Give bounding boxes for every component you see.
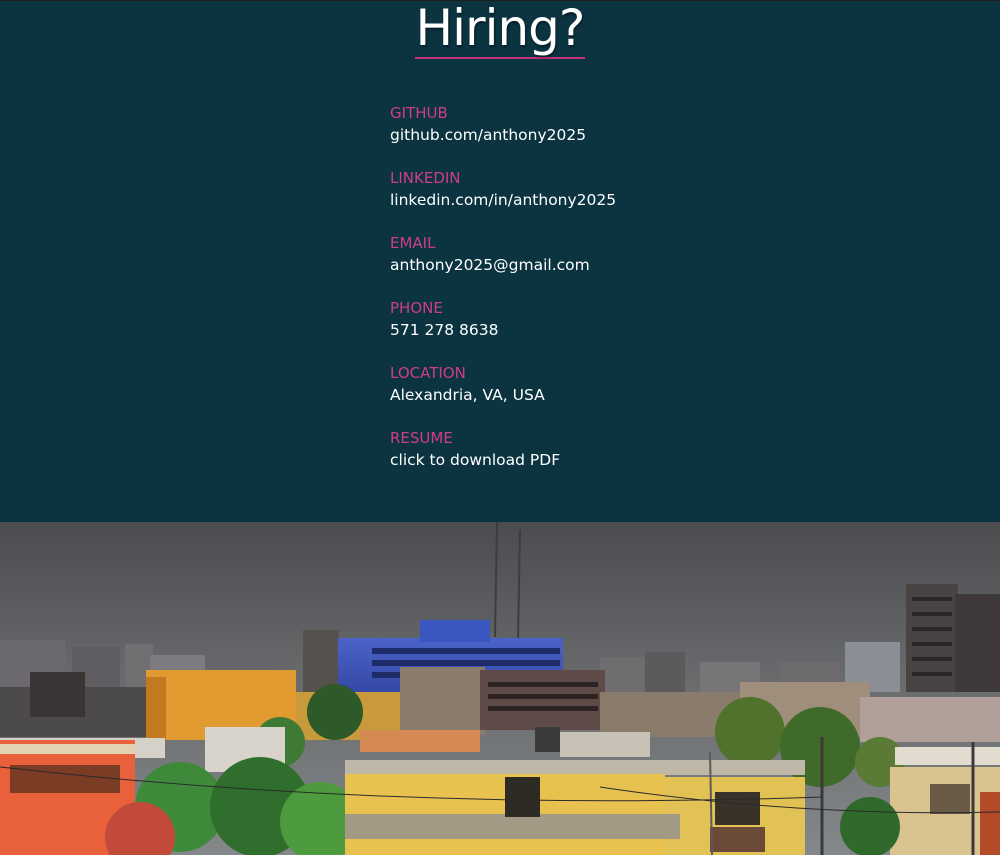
contact-section: Hiring? GITHUB github.com/anthony2025 LI… [0, 0, 1000, 522]
page-title: Hiring? [414, 0, 586, 59]
email-link[interactable]: anthony2025@gmail.com [390, 253, 790, 277]
contact-item-email: EMAIL anthony2025@gmail.com [390, 233, 790, 298]
contact-label-resume: RESUME [390, 429, 453, 447]
contact-label-email: EMAIL [390, 234, 436, 252]
resume-download-link[interactable]: click to download PDF [390, 448, 790, 472]
phone-link[interactable]: 571 278 8638 [390, 318, 790, 342]
contact-item-linkedin: LINKEDIN linkedin.com/in/anthony2025 [390, 168, 790, 233]
contact-item-resume: RESUME click to download PDF [390, 428, 790, 493]
contact-item-phone: PHONE 571 278 8638 [390, 298, 790, 363]
github-link[interactable]: github.com/anthony2025 [390, 123, 790, 147]
linkedin-link[interactable]: linkedin.com/in/anthony2025 [390, 188, 790, 212]
contact-label-location: LOCATION [390, 364, 466, 382]
contact-label-github: GITHUB [390, 104, 448, 122]
contact-list: GITHUB github.com/anthony2025 LINKEDIN l… [390, 103, 790, 493]
contact-item-github: GITHUB github.com/anthony2025 [390, 103, 790, 168]
page-title-wrapper: Hiring? [0, 0, 1000, 59]
contact-item-location: LOCATION Alexandria, VA, USA [390, 363, 790, 428]
city-skyline-photo [0, 522, 1000, 855]
contact-label-phone: PHONE [390, 299, 443, 317]
location-value: Alexandria, VA, USA [390, 386, 545, 404]
contact-label-linkedin: LINKEDIN [390, 169, 461, 187]
